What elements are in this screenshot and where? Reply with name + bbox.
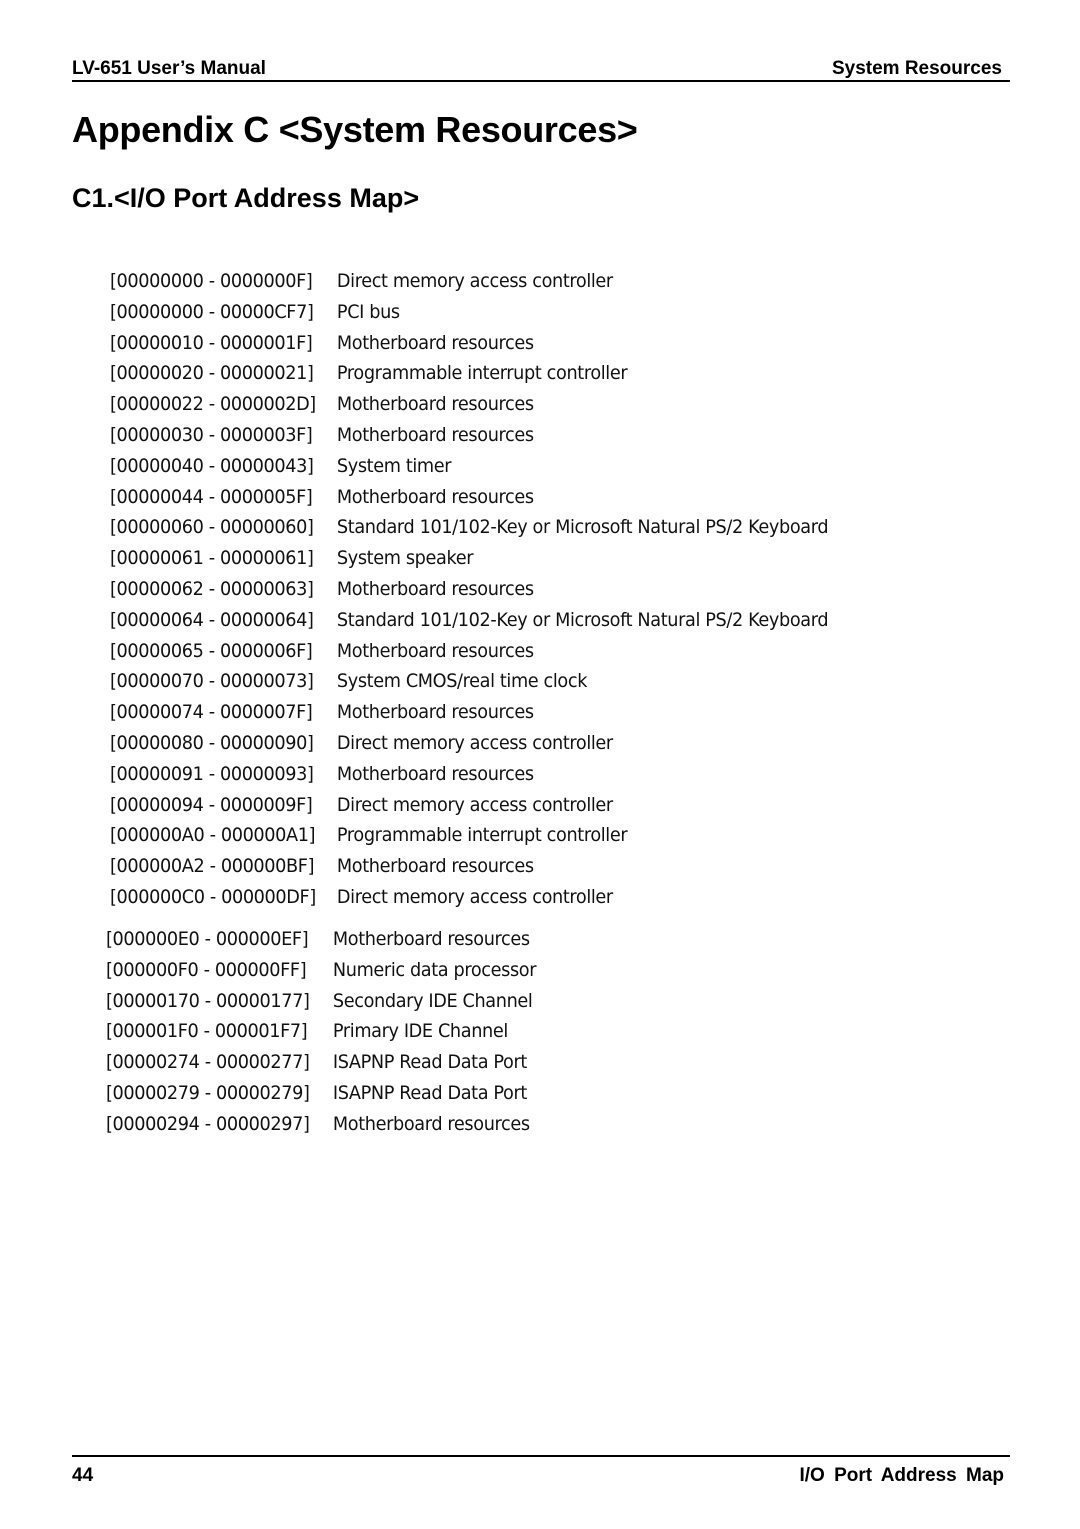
device-name: ISAPNP Read Data Port bbox=[332, 1051, 527, 1074]
io-port-row: [00000061 - 00000061] System speaker bbox=[110, 543, 828, 574]
device-name: Motherboard resources bbox=[336, 577, 534, 600]
address-range: [00000294 - 00000297] bbox=[106, 1112, 310, 1135]
device-name: Programmable interrupt controller bbox=[336, 362, 628, 385]
address-range: [00000080 - 00000090] bbox=[110, 731, 314, 754]
chapter-title: System Resources bbox=[831, 58, 1002, 79]
io-port-row: [00000044 - 0000005F] Motherboard resourc… bbox=[110, 482, 828, 513]
address-range: [00000274 - 00000277] bbox=[106, 1051, 310, 1074]
address-range: [00000044 - 0000005F] bbox=[110, 485, 313, 508]
device-name: Motherboard resources bbox=[336, 762, 534, 785]
device-name: System CMOS/real time clock bbox=[336, 670, 588, 693]
device-name: System speaker bbox=[336, 547, 474, 570]
page-number: 44 bbox=[72, 1465, 94, 1486]
address-range: [00000170 - 00000177] bbox=[106, 989, 310, 1012]
address-range: [00000022 - 0000002D] bbox=[110, 393, 316, 416]
address-range: [000000A2 - 000000BF] bbox=[110, 855, 315, 878]
address-range: [000000A0 - 000000A1] bbox=[110, 824, 316, 847]
device-name: Motherboard resources bbox=[336, 485, 534, 508]
io-port-row: [00000080 - 00000090] Direct memory acces… bbox=[110, 728, 828, 759]
device-name: Numeric data processor bbox=[332, 958, 537, 981]
io-port-row: [00000074 - 0000007F] Motherboard resourc… bbox=[110, 697, 828, 728]
device-name: Motherboard resources bbox=[336, 331, 534, 354]
io-port-row: [00000020 - 00000021] Programmable interr… bbox=[110, 358, 828, 389]
appendix-title: Appendix C <System Resources> bbox=[72, 109, 638, 150]
io-port-row: [00000022 - 0000002D] Motherboard resourc… bbox=[110, 389, 828, 420]
address-range: [00000060 - 00000060] bbox=[110, 516, 314, 539]
device-name: Direct memory access controller bbox=[336, 270, 613, 292]
device-name: Motherboard resources bbox=[336, 855, 534, 878]
device-name: Motherboard resources bbox=[336, 393, 534, 416]
io-port-row: [00000010 - 0000001F] Motherboard resourc… bbox=[110, 328, 828, 359]
address-range: [00000040 - 00000043] bbox=[110, 454, 314, 477]
io-port-row: [000000A0 - 000000A1] Programmable interr… bbox=[110, 820, 828, 851]
io-port-row: [00000294 - 00000297] Motherboard resourc… bbox=[106, 1109, 536, 1140]
device-name: Motherboard resources bbox=[336, 423, 534, 446]
address-range: [00000062 - 00000063] bbox=[110, 577, 314, 600]
page-footer: 44 I/O Port Address Map bbox=[72, 1455, 1010, 1487]
io-port-list: [00000000 - 0000000F] Direct memory acces… bbox=[110, 266, 882, 913]
device-name: Standard 101/102-Key or Microsoft Natura… bbox=[336, 608, 829, 631]
address-range: [00000074 - 0000007F] bbox=[110, 701, 313, 724]
io-port-row: [00000094 - 0000009F] Direct memory acces… bbox=[110, 790, 828, 821]
address-range: [00000064 - 00000064] bbox=[110, 608, 314, 631]
device-name: Direct memory access controller bbox=[336, 885, 613, 908]
address-range: [000000F0 - 000000FF] bbox=[106, 958, 307, 981]
device-name: Motherboard resources bbox=[332, 1112, 530, 1135]
io-port-row: [00000274 - 00000277] ISAPNP Read Data Po… bbox=[106, 1047, 536, 1078]
io-port-list-continued: [000000E0 - 000000EF] Motherboard resourc… bbox=[106, 924, 569, 1140]
device-name: Direct memory access controller bbox=[336, 731, 613, 754]
device-name: Primary IDE Channel bbox=[332, 1020, 508, 1043]
address-range: [000000C0 - 000000DF] bbox=[110, 885, 316, 908]
address-range: [00000279 - 00000279] bbox=[106, 1081, 310, 1104]
io-port-row: [000000A2 - 000000BF] Motherboard resourc… bbox=[110, 851, 828, 882]
io-port-row: [00000064 - 00000064] Standard 101/102-Ke… bbox=[110, 605, 829, 636]
io-port-row: [000000C0 - 000000DF] Direct memory acces… bbox=[110, 882, 828, 913]
io-port-row: [00000000 - 0000000F] Direct memory acces… bbox=[110, 266, 828, 297]
section-title: C1.<I/O Port Address Map> bbox=[72, 183, 420, 213]
io-port-row: [00000000 - 00000CF7] PCI bus bbox=[110, 297, 828, 328]
io-port-row: [00000062 - 00000063] Motherboard resourc… bbox=[110, 574, 828, 605]
io-port-row: [000001F0 - 000001F7] Primary IDE Channel bbox=[106, 1016, 536, 1047]
io-port-row: [00000065 - 0000006F] Motherboard resourc… bbox=[110, 636, 828, 667]
page-header: LV-651 User’s Manual System Resources bbox=[72, 56, 1010, 82]
device-name: System timer bbox=[336, 454, 452, 477]
io-port-row: [00000279 - 00000279] ISAPNP Read Data Po… bbox=[106, 1078, 536, 1109]
address-range: [000001F0 - 000001F7] bbox=[106, 1020, 308, 1043]
device-name: ISAPNP Read Data Port bbox=[332, 1081, 527, 1104]
address-range: [00000065 - 0000006F] bbox=[110, 639, 313, 662]
device-name: Standard 101/102-Key or Microsoft Natura… bbox=[336, 516, 829, 539]
address-range: [00000000 - 00000CF7] bbox=[110, 300, 314, 323]
io-port-row: [00000170 - 00000177] Secondary IDE Chann… bbox=[106, 986, 536, 1017]
address-range: [00000061 - 00000061] bbox=[110, 547, 314, 570]
address-range: [000000E0 - 000000EF] bbox=[106, 928, 309, 950]
io-port-row: [00000030 - 0000003F] Motherboard resourc… bbox=[110, 420, 828, 451]
io-port-row: [000000F0 - 000000FF] Numeric data proces… bbox=[106, 955, 537, 986]
address-range: [00000094 - 0000009F] bbox=[110, 793, 313, 816]
device-name: Programmable interrupt controller bbox=[336, 824, 628, 847]
device-name: Motherboard resources bbox=[336, 639, 534, 662]
address-range: [00000020 - 00000021] bbox=[110, 362, 314, 385]
device-name: Direct memory access controller bbox=[336, 793, 613, 816]
address-range: [00000070 - 00000073] bbox=[110, 670, 314, 693]
io-port-row: [000000E0 - 000000EF] Motherboard resourc… bbox=[106, 924, 536, 955]
address-range: [00000091 - 00000093] bbox=[110, 762, 314, 785]
manual-title: LV-651 User’s Manual bbox=[72, 58, 266, 79]
footer-section-title: I/O Port Address Map bbox=[799, 1465, 1005, 1486]
device-name: PCI bus bbox=[336, 300, 400, 323]
device-name: Motherboard resources bbox=[332, 928, 530, 950]
io-port-row: [00000040 - 00000043] System timer bbox=[110, 451, 828, 482]
device-name: Secondary IDE Channel bbox=[332, 989, 533, 1012]
address-range: [00000000 - 0000000F] bbox=[110, 270, 313, 292]
io-port-row: [00000091 - 00000093] Motherboard resourc… bbox=[110, 759, 828, 790]
io-port-row: [00000060 - 00000060] Standard 101/102-Ke… bbox=[110, 512, 829, 543]
address-range: [00000010 - 0000001F] bbox=[110, 331, 313, 354]
io-port-row: [00000070 - 00000073] System CMOS/real ti… bbox=[110, 666, 828, 697]
device-name: Motherboard resources bbox=[336, 701, 534, 724]
address-range: [00000030 - 0000003F] bbox=[110, 423, 313, 446]
